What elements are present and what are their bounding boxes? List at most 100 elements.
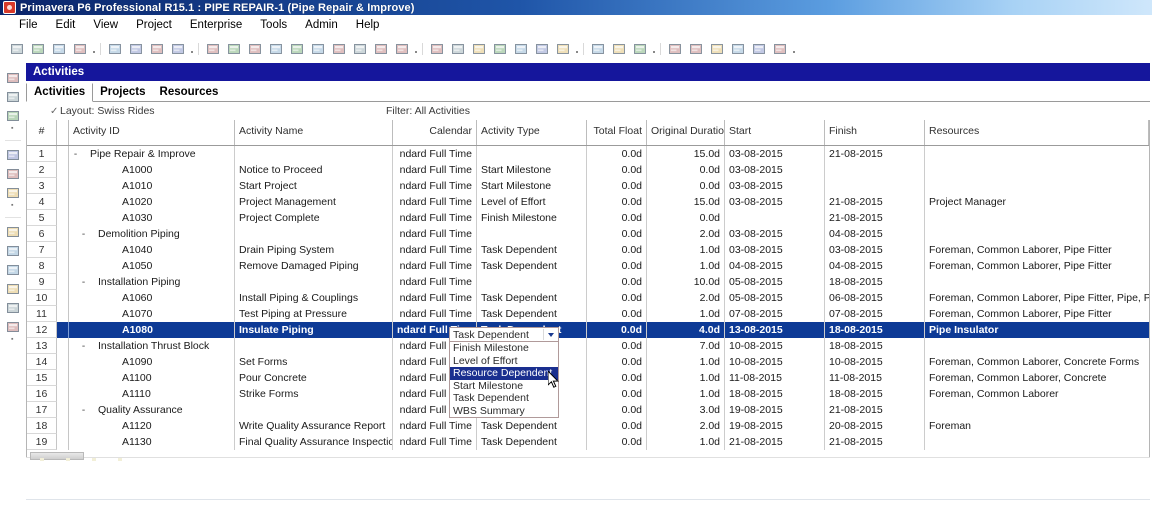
cell-id[interactable]: A1080: [69, 322, 235, 338]
chevron-down-icon[interactable]: [543, 329, 557, 340]
print-icon[interactable]: [126, 40, 145, 59]
tab-activities[interactable]: Activities: [26, 83, 94, 102]
cell-tf[interactable]: 0.0d: [587, 290, 647, 306]
toolbar-overflow-dot[interactable]: [573, 41, 580, 57]
cell-fi[interactable]: 21-08-2015: [825, 146, 925, 162]
cell-type[interactable]: Finish Milestone: [477, 210, 587, 226]
table-row[interactable]: 5 A1030 Project Complete ndard Full Time Fin…: [27, 210, 1149, 226]
cell-st[interactable]: 05-08-2015: [725, 290, 825, 306]
cell-st[interactable]: 21-08-2015: [725, 434, 825, 450]
bars-icon[interactable]: [245, 40, 264, 59]
cell-od[interactable]: 1.0d: [647, 386, 725, 402]
table-row[interactable]: 3 A1010 Start Project ndard Full Time Start …: [27, 178, 1149, 194]
cell-cal[interactable]: ndard Full Time: [393, 226, 477, 242]
table-row[interactable]: 11 A1070 Test Piping at Pressure ndard Full…: [27, 306, 1149, 322]
cell-cal[interactable]: ndard Full Time: [393, 290, 477, 306]
table-row[interactable]: 18 A1120 Write Quality Assurance Report nda…: [27, 418, 1149, 434]
close-project-icon[interactable]: [49, 40, 68, 59]
cell-fi[interactable]: 21-08-2015: [825, 194, 925, 210]
filter-icon[interactable]: [350, 40, 369, 59]
toolbar-overflow-dot[interactable]: [650, 41, 657, 57]
cell-cal[interactable]: ndard Full Time: [393, 162, 477, 178]
filter-label[interactable]: Filter: All Activities: [386, 105, 470, 117]
activity-type-combobox[interactable]: Task Dependent: [449, 327, 559, 342]
cell-fi[interactable]: 20-08-2015: [825, 418, 925, 434]
cell-cal[interactable]: ndard Full Time: [393, 194, 477, 210]
cell-name[interactable]: Final Quality Assurance Inspection: [235, 434, 393, 450]
cell-name[interactable]: Test Piping at Pressure: [235, 306, 393, 322]
cell-fi[interactable]: [825, 162, 925, 178]
cell-res[interactable]: Foreman, Common Laborer, Pipe Fitter, Pi…: [925, 290, 1149, 306]
cell-tf[interactable]: 0.0d: [587, 242, 647, 258]
cell-cal[interactable]: ndard Full Time: [393, 418, 477, 434]
column-header-id[interactable]: Activity ID: [69, 120, 235, 145]
toolbar-overflow-dot[interactable]: [90, 41, 97, 57]
cell-res[interactable]: Foreman, Common Laborer, Pipe Fitter: [925, 242, 1149, 258]
toolbar-overflow-dot[interactable]: [790, 41, 797, 57]
cell-tf[interactable]: 0.0d: [587, 306, 647, 322]
activity-type-option[interactable]: Resource Dependent: [450, 367, 558, 380]
table-row[interactable]: 6 - Demolition Piping ndard Full Time 0.0d 2.…: [27, 226, 1149, 242]
cell-fi[interactable]: 21-08-2015: [825, 402, 925, 418]
cell-name[interactable]: [235, 226, 393, 242]
split-plus-icon[interactable]: [686, 40, 705, 59]
table-row[interactable]: 17- Quality Assurance ndard Full Time 0.0d 3…: [27, 402, 1149, 418]
cell-tf[interactable]: 0.0d: [587, 162, 647, 178]
cell-name[interactable]: [235, 402, 393, 418]
cell-type[interactable]: [477, 226, 587, 242]
toolbar-overflow-dot[interactable]: [188, 41, 195, 57]
column-header-name[interactable]: Activity Name: [235, 120, 393, 145]
cell-tf[interactable]: 0.0d: [587, 386, 647, 402]
activity-type-option[interactable]: Start Milestone: [450, 380, 558, 393]
cell-od[interactable]: 2.0d: [647, 418, 725, 434]
activity-details-icon[interactable]: [203, 40, 222, 59]
cell-type[interactable]: Task Dependent: [477, 306, 587, 322]
menu-item-project[interactable]: Project: [127, 17, 181, 33]
progress-spotlight-icon[interactable]: [448, 40, 467, 59]
cell-od[interactable]: 1.0d: [647, 258, 725, 274]
copy-icon[interactable]: [147, 40, 166, 59]
cell-type[interactable]: Task Dependent: [477, 434, 587, 450]
cell-name[interactable]: Project Complete: [235, 210, 393, 226]
cell-od[interactable]: 1.0d: [647, 354, 725, 370]
menu-item-tools[interactable]: Tools: [251, 17, 296, 33]
cell-st[interactable]: 10-08-2015: [725, 338, 825, 354]
cell-tf[interactable]: 0.0d: [587, 370, 647, 386]
cell-tf[interactable]: 0.0d: [587, 418, 647, 434]
cell-id[interactable]: A1130: [69, 434, 235, 450]
activity-usage-icon[interactable]: [4, 184, 22, 201]
open-project-icon[interactable]: [7, 40, 26, 59]
cell-id[interactable]: A1090: [69, 354, 235, 370]
cell-od[interactable]: 7.0d: [647, 338, 725, 354]
cell-id[interactable]: - Demolition Piping: [69, 226, 235, 242]
cell-id[interactable]: A1020: [69, 194, 235, 210]
resource-teal-icon[interactable]: [4, 261, 22, 278]
cell-res[interactable]: Foreman, Common Laborer, Pipe Fitter: [925, 258, 1149, 274]
delete-activity-icon[interactable]: [4, 107, 22, 124]
activity-type-option[interactable]: Level of Effort: [450, 355, 558, 368]
cell-id[interactable]: A1110: [69, 386, 235, 402]
cell-st[interactable]: 07-08-2015: [725, 306, 825, 322]
cell-cal[interactable]: ndard Full Time: [393, 258, 477, 274]
cell-id[interactable]: A1060: [69, 290, 235, 306]
notebook-icon[interactable]: [553, 40, 572, 59]
cell-type[interactable]: Start Milestone: [477, 162, 587, 178]
column-header-st[interactable]: Start: [725, 120, 825, 145]
activity-type-option[interactable]: Finish Milestone: [450, 342, 558, 355]
tab-resources[interactable]: Resources: [152, 84, 226, 101]
cell-type[interactable]: Level of Effort: [477, 194, 587, 210]
sort-icon[interactable]: [371, 40, 390, 59]
cell-id[interactable]: A1000: [69, 162, 235, 178]
cell-fi[interactable]: 18-08-2015: [825, 338, 925, 354]
cell-res[interactable]: Foreman, Common Laborer, Concrete: [925, 370, 1149, 386]
column-header-res[interactable]: Resources: [925, 120, 1149, 145]
table-row[interactable]: 12A1080Insulate Pipingndard Full TimeTas…: [27, 322, 1149, 338]
row-expander-icon[interactable]: -: [79, 403, 88, 418]
cell-st[interactable]: 19-08-2015: [725, 418, 825, 434]
cell-tf[interactable]: 0.0d: [587, 338, 647, 354]
cell-type[interactable]: Task Dependent: [477, 290, 587, 306]
document-icon[interactable]: [4, 280, 22, 297]
cell-tf[interactable]: 0.0d: [587, 434, 647, 450]
cell-name[interactable]: Project Management: [235, 194, 393, 210]
cell-res[interactable]: Foreman, Common Laborer, Pipe Fitter: [925, 306, 1149, 322]
